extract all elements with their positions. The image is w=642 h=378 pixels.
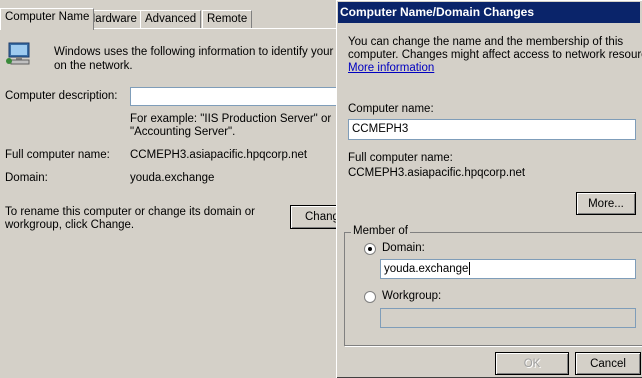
tab-panel <box>0 28 336 377</box>
computer-name-label: Computer name: <box>348 103 434 115</box>
computer-name-input[interactable]: CCMEPH3 <box>348 119 636 140</box>
tab-advanced[interactable]: Advanced <box>140 10 202 28</box>
domain-input-value: youda.exchange <box>384 263 469 275</box>
info-line1: You can change the name and the membersh… <box>348 36 624 48</box>
domain-value: youda.exchange <box>130 172 215 184</box>
rename-instructions-line1: To rename this computer or change its do… <box>5 206 255 218</box>
domain-radio[interactable] <box>364 243 376 255</box>
tab-computer-name[interactable]: Computer Name <box>0 8 95 30</box>
rename-instructions-line2: workgroup, click Change. <box>5 219 135 231</box>
intro-text-line1: Windows uses the following information t… <box>54 46 336 58</box>
cancel-button[interactable]: Cancel <box>575 352 641 375</box>
example-text-line2: "Accounting Server". <box>130 126 236 138</box>
workgroup-radio-label: Workgroup: <box>382 290 442 302</box>
computer-description-label: Computer description: <box>5 90 118 102</box>
dialog-full-name-label: Full computer name: <box>348 152 453 164</box>
info-line2: computer. Changes might affect access to… <box>348 49 642 61</box>
system-properties-window: Computer Name Hardware Advanced Remote W… <box>0 0 336 377</box>
change-button[interactable]: Change <box>290 205 336 229</box>
computer-icon <box>6 42 30 65</box>
domain-input[interactable]: youda.exchange <box>380 259 636 279</box>
computer-name-domain-changes-dialog: Computer Name/Domain Changes You can cha… <box>336 0 642 378</box>
intro-text-line2: on the network. <box>54 60 133 72</box>
dialog-full-name-value: CCMEPH3.asiapacific.hpqcorp.net <box>348 167 526 179</box>
more-information-link[interactable]: More information <box>348 62 642 75</box>
text-cursor <box>469 262 471 276</box>
ok-button[interactable]: OK <box>495 352 569 375</box>
more-button[interactable]: More... <box>576 192 636 215</box>
workgroup-input[interactable] <box>380 308 636 328</box>
member-of-label: Member of <box>351 225 410 237</box>
dialog-info-text: You can change the name and the membersh… <box>348 36 642 75</box>
tab-remote[interactable]: Remote <box>202 10 253 28</box>
full-computer-name-value: CCMEPH3.asiapacific.hpqcorp.net <box>130 149 308 161</box>
full-computer-name-label: Full computer name: <box>5 149 110 161</box>
tab-strip: Computer Name Hardware Advanced Remote <box>0 0 336 30</box>
domain-label: Domain: <box>5 172 48 184</box>
computer-description-input[interactable] <box>130 87 336 106</box>
example-text-line1: For example: "IIS Production Server" or <box>130 113 332 125</box>
domain-radio-label: Domain: <box>382 242 425 254</box>
workgroup-radio[interactable] <box>364 291 376 303</box>
dialog-title: Computer Name/Domain Changes <box>338 2 640 23</box>
